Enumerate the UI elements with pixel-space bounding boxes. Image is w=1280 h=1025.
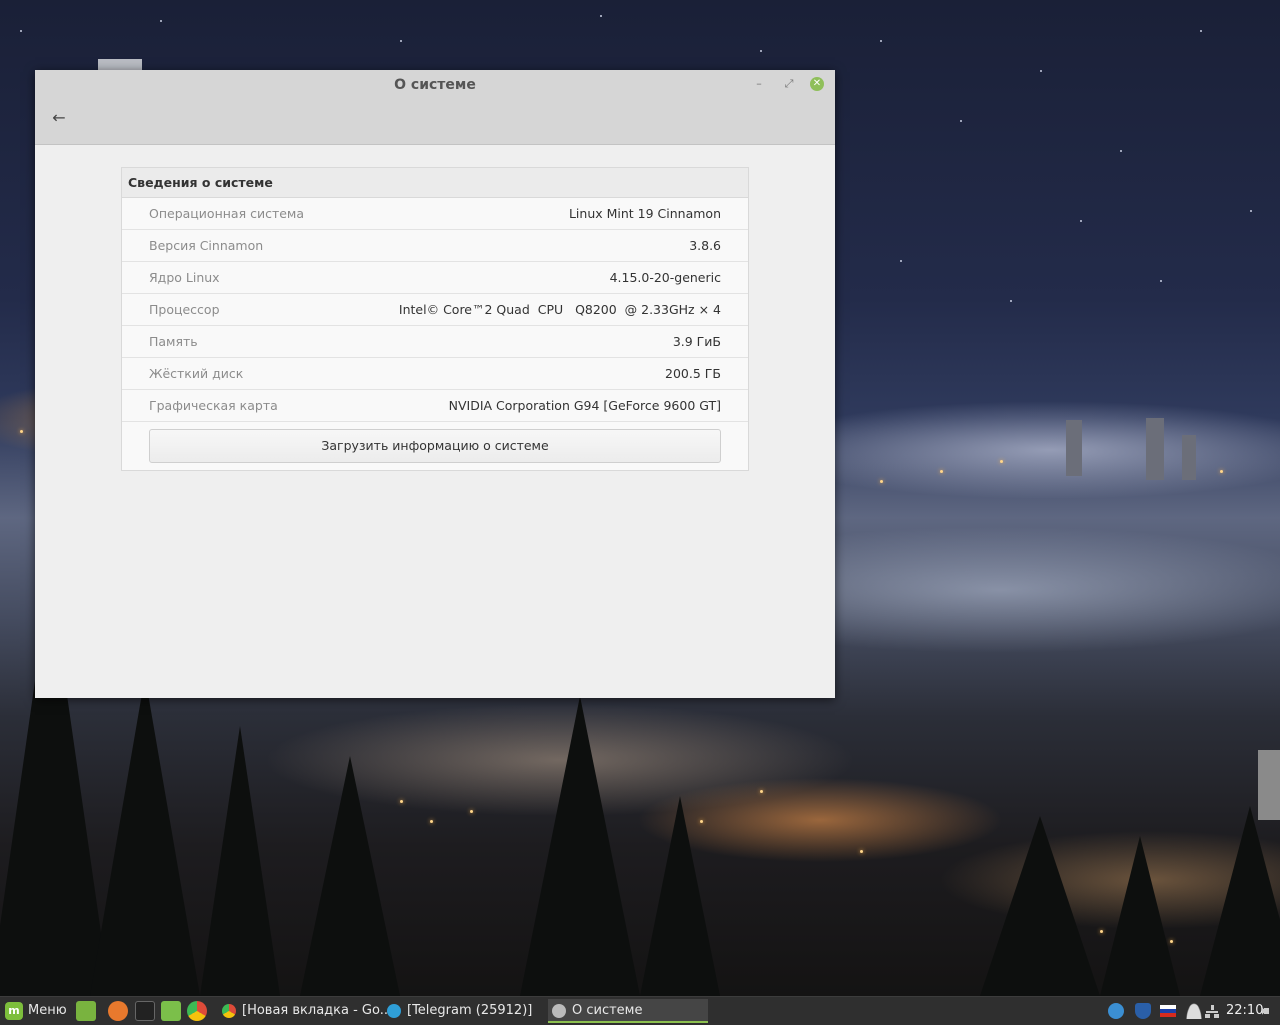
gear-icon [552, 1004, 566, 1018]
info-row-graphics: Графическая карта NVIDIA Corporation G94… [122, 390, 748, 422]
maximize-icon[interactable]: ⤢ [781, 76, 797, 92]
task-label: [Новая вкладка - Go... [242, 1003, 393, 1018]
info-row-os: Операционная система Linux Mint 19 Cinna… [122, 198, 748, 230]
system-info-header: Сведения о системе [122, 168, 748, 198]
info-row-kernel: Ядро Linux 4.15.0-20-generic [122, 262, 748, 294]
info-label: Жёсткий диск [149, 366, 244, 381]
minimize-icon[interactable]: – [751, 76, 767, 92]
taskbar: m Меню [Новая вкладка - Go... [Telegram … [0, 996, 1280, 1025]
background-window-edge [98, 59, 142, 70]
telegram-icon [387, 1004, 401, 1018]
info-row-disk: Жёсткий диск 200.5 ГБ [122, 358, 748, 390]
task-telegram[interactable]: [Telegram (25912)] [383, 999, 567, 1023]
upload-system-info-button[interactable]: Загрузить информацию о системе [149, 429, 721, 463]
folder-icon[interactable] [161, 1001, 181, 1021]
firefox-icon[interactable] [108, 1001, 128, 1021]
task-label: О системе [572, 1003, 643, 1018]
info-label: Операционная система [149, 206, 305, 221]
info-value: NVIDIA Corporation G94 [GeForce 9600 GT] [448, 398, 721, 413]
keyboard-layout-ru-icon[interactable] [1160, 1005, 1176, 1017]
info-label: Память [149, 334, 198, 349]
info-value: Intel© Core™2 Quad CPU Q8200 @ 2.33GHz ×… [398, 302, 721, 317]
linux-mint-icon: m [5, 1002, 23, 1020]
chrome-icon[interactable] [187, 1001, 207, 1021]
info-label: Графическая карта [149, 398, 278, 413]
info-value: 4.15.0-20-generic [609, 270, 721, 285]
info-label: Ядро Linux [149, 270, 220, 285]
info-value: 200.5 ГБ [665, 366, 721, 381]
back-arrow-icon[interactable]: ← [49, 108, 69, 128]
task-chrome[interactable]: [Новая вкладка - Go... [218, 999, 402, 1023]
task-label: [Telegram (25912)] [407, 1003, 533, 1018]
terminal-icon[interactable] [135, 1001, 155, 1021]
info-label: Версия Cinnamon [149, 238, 264, 253]
system-info-panel: Сведения о системе Операционная система … [121, 167, 749, 471]
info-value: Linux Mint 19 Cinnamon [568, 206, 721, 221]
volume-icon[interactable] [1262, 1003, 1278, 1019]
shield-icon[interactable] [1135, 1003, 1151, 1019]
menu-button[interactable]: m Меню [2, 999, 70, 1023]
network-icon[interactable] [1204, 1003, 1220, 1019]
window-title: О системе [394, 77, 476, 93]
clock[interactable]: 22:10 [1226, 997, 1263, 1025]
about-system-window: О системе – ⤢ ✕ ← Сведения о системе Опе… [35, 70, 835, 698]
info-value: 3.8.6 [689, 238, 721, 253]
info-row-processor: Процессор Intel© Core™2 Quad CPU Q8200 @… [122, 294, 748, 326]
info-value: 3.9 ГиБ [672, 334, 721, 349]
info-label: Процессор [149, 302, 220, 317]
info-row-cinnamon-version: Версия Cinnamon 3.8.6 [122, 230, 748, 262]
info-row-memory: Память 3.9 ГиБ [122, 326, 748, 358]
files-icon[interactable] [76, 1001, 96, 1021]
menu-label: Меню [28, 1003, 67, 1018]
update-icon[interactable] [1108, 1003, 1124, 1019]
window-titlebar[interactable]: О системе – ⤢ ✕ ← [35, 70, 835, 145]
task-about-system[interactable]: О системе [548, 999, 708, 1023]
chrome-icon [222, 1004, 236, 1018]
user-icon[interactable] [1186, 1003, 1202, 1019]
close-icon[interactable]: ✕ [810, 77, 824, 91]
